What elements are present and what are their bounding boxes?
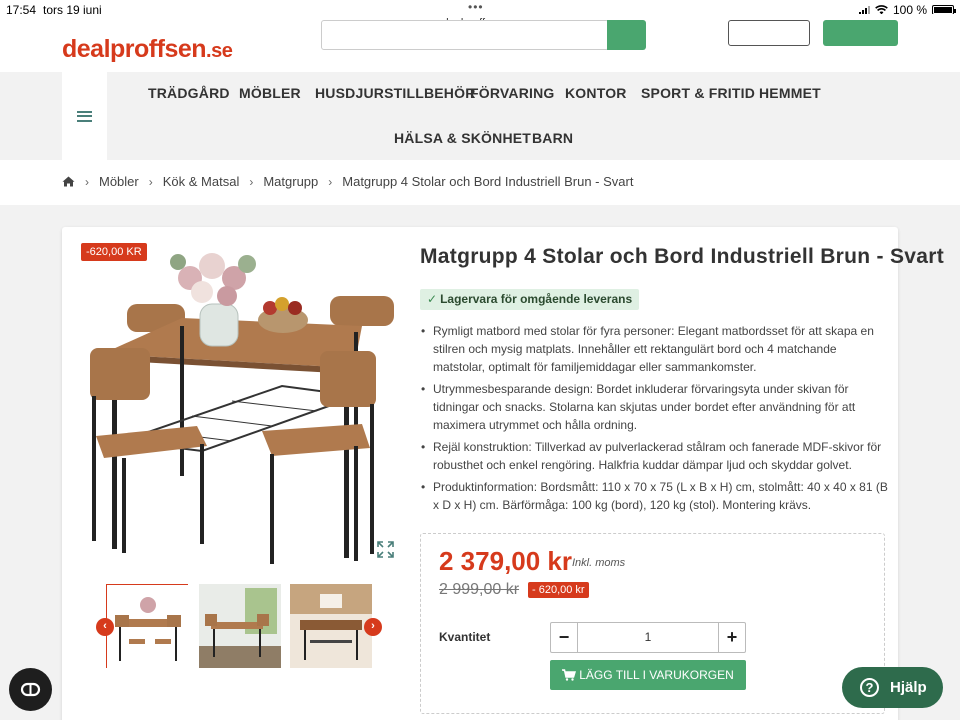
chevron-right-icon: › [249,174,254,189]
nav-item-forvaring[interactable]: FÖRVARING [470,85,555,101]
chevron-right-icon: › [85,174,89,189]
main-nav: TRÄDGÅRD MÖBLER HUSDJURSTILLBEHÖR FÖRVAR… [0,72,960,160]
chat-button[interactable] [9,668,52,711]
nav-item-barn[interactable]: BARN [532,130,573,146]
chat-icon [20,682,41,697]
nav-item-kontor[interactable]: KONTOR [565,85,627,101]
savings-badge: - 620,00 kr [528,582,589,598]
quantity-input[interactable]: 1 [579,623,717,652]
discount-badge: -620,00 KR [81,243,147,261]
feature-item: Rymligt matbord med stolar för fyra pers… [420,322,888,376]
multitask-dots-icon[interactable]: ••• [468,0,484,14]
thumbnail-prev-button[interactable]: ‹ [96,618,114,636]
breadcrumb-current: Matgrupp 4 Stolar och Bord Industriell B… [342,174,634,189]
help-label: Hjälp [890,679,927,696]
thumbnail-3[interactable] [290,584,372,668]
nav-item-tradgard[interactable]: TRÄDGÅRD [148,85,230,101]
feature-item: Utrymmesbesparande design: Bordet inklud… [420,380,888,434]
nav-item-husdjurstillbehor[interactable]: HUSDJURSTILLBEHÖR [315,85,476,101]
thumbnail-2[interactable] [199,584,281,668]
help-button[interactable]: ? Hjälp [842,667,943,708]
thumbnail-1[interactable] [106,584,189,669]
home-icon[interactable] [62,176,75,187]
product-features: Rymligt matbord med stolar för fyra pers… [420,322,888,518]
current-price: 2 379,00 kr [439,546,573,576]
stock-badge: ✓ Lagervara för omgående leverans [420,289,640,310]
old-price: 2 999,00 kr [439,581,520,598]
breadcrumb-item[interactable]: Möbler [99,174,139,189]
quantity-increase-button[interactable]: + [718,623,745,652]
product-title: Matgrupp 4 Stolar och Bord Industriell B… [420,245,945,268]
vat-note: Inkl. moms [572,557,626,569]
nav-item-halsa-skonhet[interactable]: HÄLSA & SKÖNHET [394,130,531,146]
breadcrumb-item[interactable]: Kök & Matsal [163,174,240,189]
chevron-right-icon: › [148,174,153,189]
nav-item-sport-fritid[interactable]: SPORT & FRITID [641,85,755,101]
expand-icon[interactable] [377,541,394,558]
login-button[interactable] [728,20,810,46]
site-header: dealproffsen.se [0,20,960,72]
check-icon: ✓ [427,292,438,306]
menu-icon[interactable] [62,72,107,160]
stock-label: Lagervara för omgående leverans [440,292,633,306]
help-icon: ? [860,678,879,697]
add-to-cart-label: LÄGG TILL I VARUKORGEN [579,668,734,682]
product-main-image[interactable] [82,236,400,566]
add-to-cart-button[interactable]: LÄGG TILL I VARUKORGEN [550,660,746,690]
nav-item-mobler[interactable]: MÖBLER [239,85,301,101]
quantity-label: Kvantitet [439,630,491,644]
breadcrumb-bar: › Möbler › Kök & Matsal › Matgrupp › Mat… [0,160,960,205]
nav-item-hemmet[interactable]: HEMMET [759,85,821,101]
search-input[interactable] [321,20,609,50]
site-logo[interactable]: dealproffsen.se [62,35,233,64]
logo-domain: .se [206,40,233,62]
quantity-decrease-button[interactable]: − [551,623,578,652]
cart-button[interactable] [823,20,898,46]
breadcrumb: › Möbler › Kök & Matsal › Matgrupp › Mat… [62,174,633,189]
feature-item: Rejäl konstruktion: Tillverkad av pulver… [420,438,888,474]
search-button[interactable] [607,20,646,50]
quantity-stepper: − 1 + [550,622,746,653]
cart-icon [562,669,577,681]
feature-item: Produktinformation: Bordsmått: 110 x 70 … [420,478,888,514]
chevron-right-icon: › [328,174,333,189]
logo-name: dealproffsen [62,35,207,63]
breadcrumb-item[interactable]: Matgrupp [263,174,318,189]
thumbnail-next-button[interactable]: › [364,618,382,636]
